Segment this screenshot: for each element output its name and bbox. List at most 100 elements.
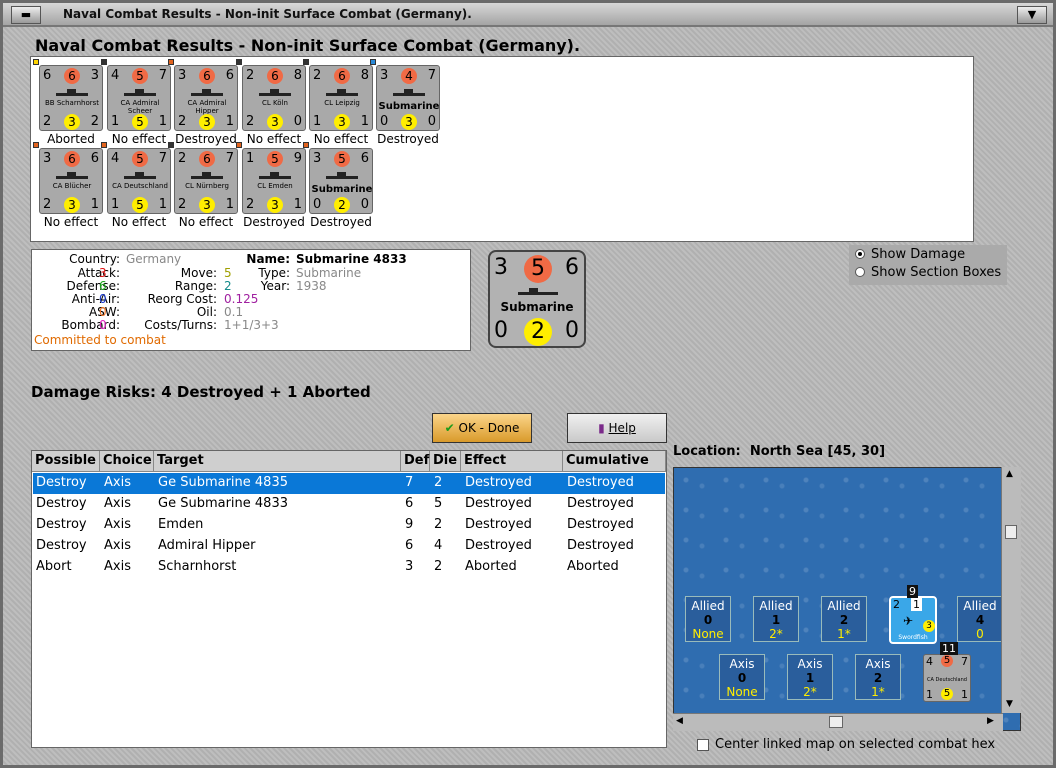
reorg-label: Reorg Cost: — [147, 292, 217, 306]
selected-unit-counter: 3 5 6 Submarine 0 2 0 — [488, 250, 586, 348]
system-menu-button[interactable]: ▬ — [11, 6, 41, 24]
oil-value: 0.1 — [224, 305, 244, 319]
unit-counter[interactable]: 3 6 6 CA Admiral Hipper 2 3 1 — [174, 65, 238, 131]
scroll-left-icon[interactable]: ◀ — [676, 716, 683, 726]
show-sections-radio[interactable] — [855, 267, 865, 277]
counter-name: CA Admiral Scheer — [120, 99, 160, 115]
unit-result: Destroyed — [175, 132, 237, 146]
table-row[interactable]: Destroy Axis Ge Submarine 4835 7 2 Destroyed D… — [33, 473, 665, 494]
unit-counter[interactable]: 4 5 7 CA Deutschland 1 5 1 — [107, 148, 171, 214]
unit-flag-icon — [236, 59, 242, 65]
hex-num: 0 — [703, 613, 713, 627]
unit-counter[interactable]: 2 6 8 CL Köln 2 3 0 — [242, 65, 306, 131]
antiair-value: 0 — [99, 292, 107, 306]
map-horizontal-scrollbar[interactable]: ◀ ▶ — [673, 713, 1003, 731]
swordfish-counter[interactable]: 9 2 1 ✈ 3 Swordfish — [889, 585, 937, 644]
type-label: Type: — [258, 266, 290, 280]
column-header[interactable]: Target — [154, 451, 401, 472]
counter-bottom-mid: 3 — [64, 197, 80, 213]
counter-move: 7 — [158, 68, 167, 83]
table-row[interactable]: Destroy Axis Emden 9 2 Destroyed Destroyed — [33, 515, 665, 536]
counter-bottom-left: 2 — [178, 114, 187, 129]
counter-name: CA Admiral Hipper — [187, 99, 227, 115]
counter-move: 3 — [90, 68, 99, 83]
table-row[interactable]: Destroy Axis Ge Submarine 4833 6 5 Destroyed D… — [33, 494, 665, 515]
scroll-thumb[interactable] — [829, 716, 843, 728]
allied-hex-0[interactable]: Allied 0 None — [685, 596, 731, 642]
unit-counter[interactable]: 3 6 6 CA Blücher 2 3 1 — [39, 148, 103, 214]
unit-counter[interactable]: 6 6 3 BB Scharnhorst 2 3 2 — [39, 65, 103, 131]
allied-hex-2[interactable]: Allied 2 1* — [821, 596, 867, 642]
unit-result: Destroyed — [377, 132, 439, 146]
center-map-option[interactable]: Center linked map on selected combat hex — [697, 737, 995, 752]
table-cell: Admiral Hipper — [158, 538, 256, 553]
ship-icon — [124, 89, 156, 96]
scroll-up-icon[interactable]: ▲ — [1006, 469, 1013, 479]
help-button[interactable]: ▮ Help — [567, 413, 667, 443]
table-row[interactable]: Abort Axis Scharnhorst 3 2 Aborted Aborted — [33, 557, 665, 578]
scroll-down-icon[interactable]: ▼ — [1006, 699, 1013, 709]
ship-icon — [56, 172, 88, 179]
counter-bottom-right: 1 — [293, 197, 302, 212]
deutschland-counter[interactable]: 11 4 5 7 CA Deutschland 1 5 1 — [923, 642, 971, 702]
counter-name: Swordfish — [898, 634, 928, 641]
table-cell: Destroyed — [567, 496, 634, 511]
scroll-right-icon[interactable]: ▶ — [987, 716, 994, 726]
counter-defense: 5 — [267, 151, 283, 167]
main-window: ▬ Naval Combat Results - Non-init Surfac… — [0, 0, 1056, 768]
unit-counter[interactable]: 3 4 7 Submarine 0 3 0 — [376, 65, 440, 131]
counter-defense: 6 — [199, 68, 215, 84]
ship-icon — [191, 172, 223, 179]
counter-attack: 4 — [111, 68, 120, 83]
allied-hex-4[interactable]: Allied 4 0 — [957, 596, 1003, 642]
table-cell: Aborted — [465, 559, 517, 574]
axis-hex-0[interactable]: Axis 0 None — [719, 654, 765, 700]
move-value: 5 — [224, 266, 232, 280]
minimize-button[interactable]: ▼ — [1017, 6, 1047, 24]
column-header[interactable]: Def — [401, 451, 430, 472]
center-map-checkbox[interactable] — [697, 738, 709, 751]
hex-sub: 2* — [769, 627, 783, 641]
column-header[interactable]: Choice — [100, 451, 154, 472]
counter-bottom-right: 1 — [90, 197, 99, 212]
table-cell: 2 — [434, 475, 443, 490]
column-header[interactable]: Die — [430, 451, 461, 472]
unit-counter[interactable]: 2 6 7 CL Nürnberg 2 3 1 — [174, 148, 238, 214]
defense-label: Defense: — [66, 279, 120, 293]
counter-bottom-right: 1 — [158, 197, 167, 212]
unit-counter[interactable]: 2 6 8 CL Leipzig 1 3 1 — [309, 65, 373, 131]
axis-hex-1[interactable]: Axis 1 2* — [787, 654, 833, 700]
combat-map[interactable]: Allied 0 None Allied 1 2* Allied 2 1* Allied 4 0… — [673, 467, 1021, 731]
title-bar[interactable]: ▬ Naval Combat Results - Non-init Surfac… — [3, 3, 1053, 27]
counter-bottom-left: 2 — [246, 114, 255, 129]
unit-counter[interactable]: 4 5 7 CA Admiral Scheer 1 5 1 — [107, 65, 171, 131]
counter-defense: 5 — [132, 151, 148, 167]
allied-hex-1[interactable]: Allied 1 2* — [753, 596, 799, 642]
hex-sub: 2* — [803, 685, 817, 699]
map-vertical-scrollbar[interactable]: ▲ ▼ — [1001, 467, 1021, 713]
column-header[interactable]: Effect — [461, 451, 563, 472]
table-cell: Axis — [104, 496, 131, 511]
unit-counter[interactable]: 1 5 9 CL Emden 2 3 1 — [242, 148, 306, 214]
axis-hex-2[interactable]: Axis 2 1* — [855, 654, 901, 700]
table-cell: Ge Submarine 4835 — [158, 475, 288, 490]
counter-attack: 3 — [43, 151, 52, 166]
ok-done-button[interactable]: ✔ OK - Done — [432, 413, 532, 443]
table-cell: Destroyed — [567, 538, 634, 553]
ship-icon — [259, 89, 291, 96]
unit-result: No effect — [313, 132, 369, 146]
counter-bottom-right: 1 — [158, 114, 167, 129]
counter-defense: 5 — [941, 655, 953, 667]
column-header[interactable]: Possible — [32, 451, 100, 472]
show-damage-radio[interactable] — [855, 249, 865, 259]
range-label: Range: — [174, 279, 217, 293]
status-text: Committed to combat — [34, 333, 166, 347]
book-icon: ▮ — [598, 421, 605, 435]
costs-label: Costs/Turns: — [144, 318, 217, 332]
column-header[interactable]: Cumulative — [563, 451, 666, 472]
unit-counter[interactable]: 3 5 6 Submarine 0 2 0 — [309, 148, 373, 214]
scroll-thumb[interactable] — [1005, 525, 1017, 539]
table-cell: Emden — [158, 517, 204, 532]
table-row[interactable]: Destroy Axis Admiral Hipper 6 4 Destroyed Dest… — [33, 536, 665, 557]
table-cell: 9 — [405, 517, 414, 532]
